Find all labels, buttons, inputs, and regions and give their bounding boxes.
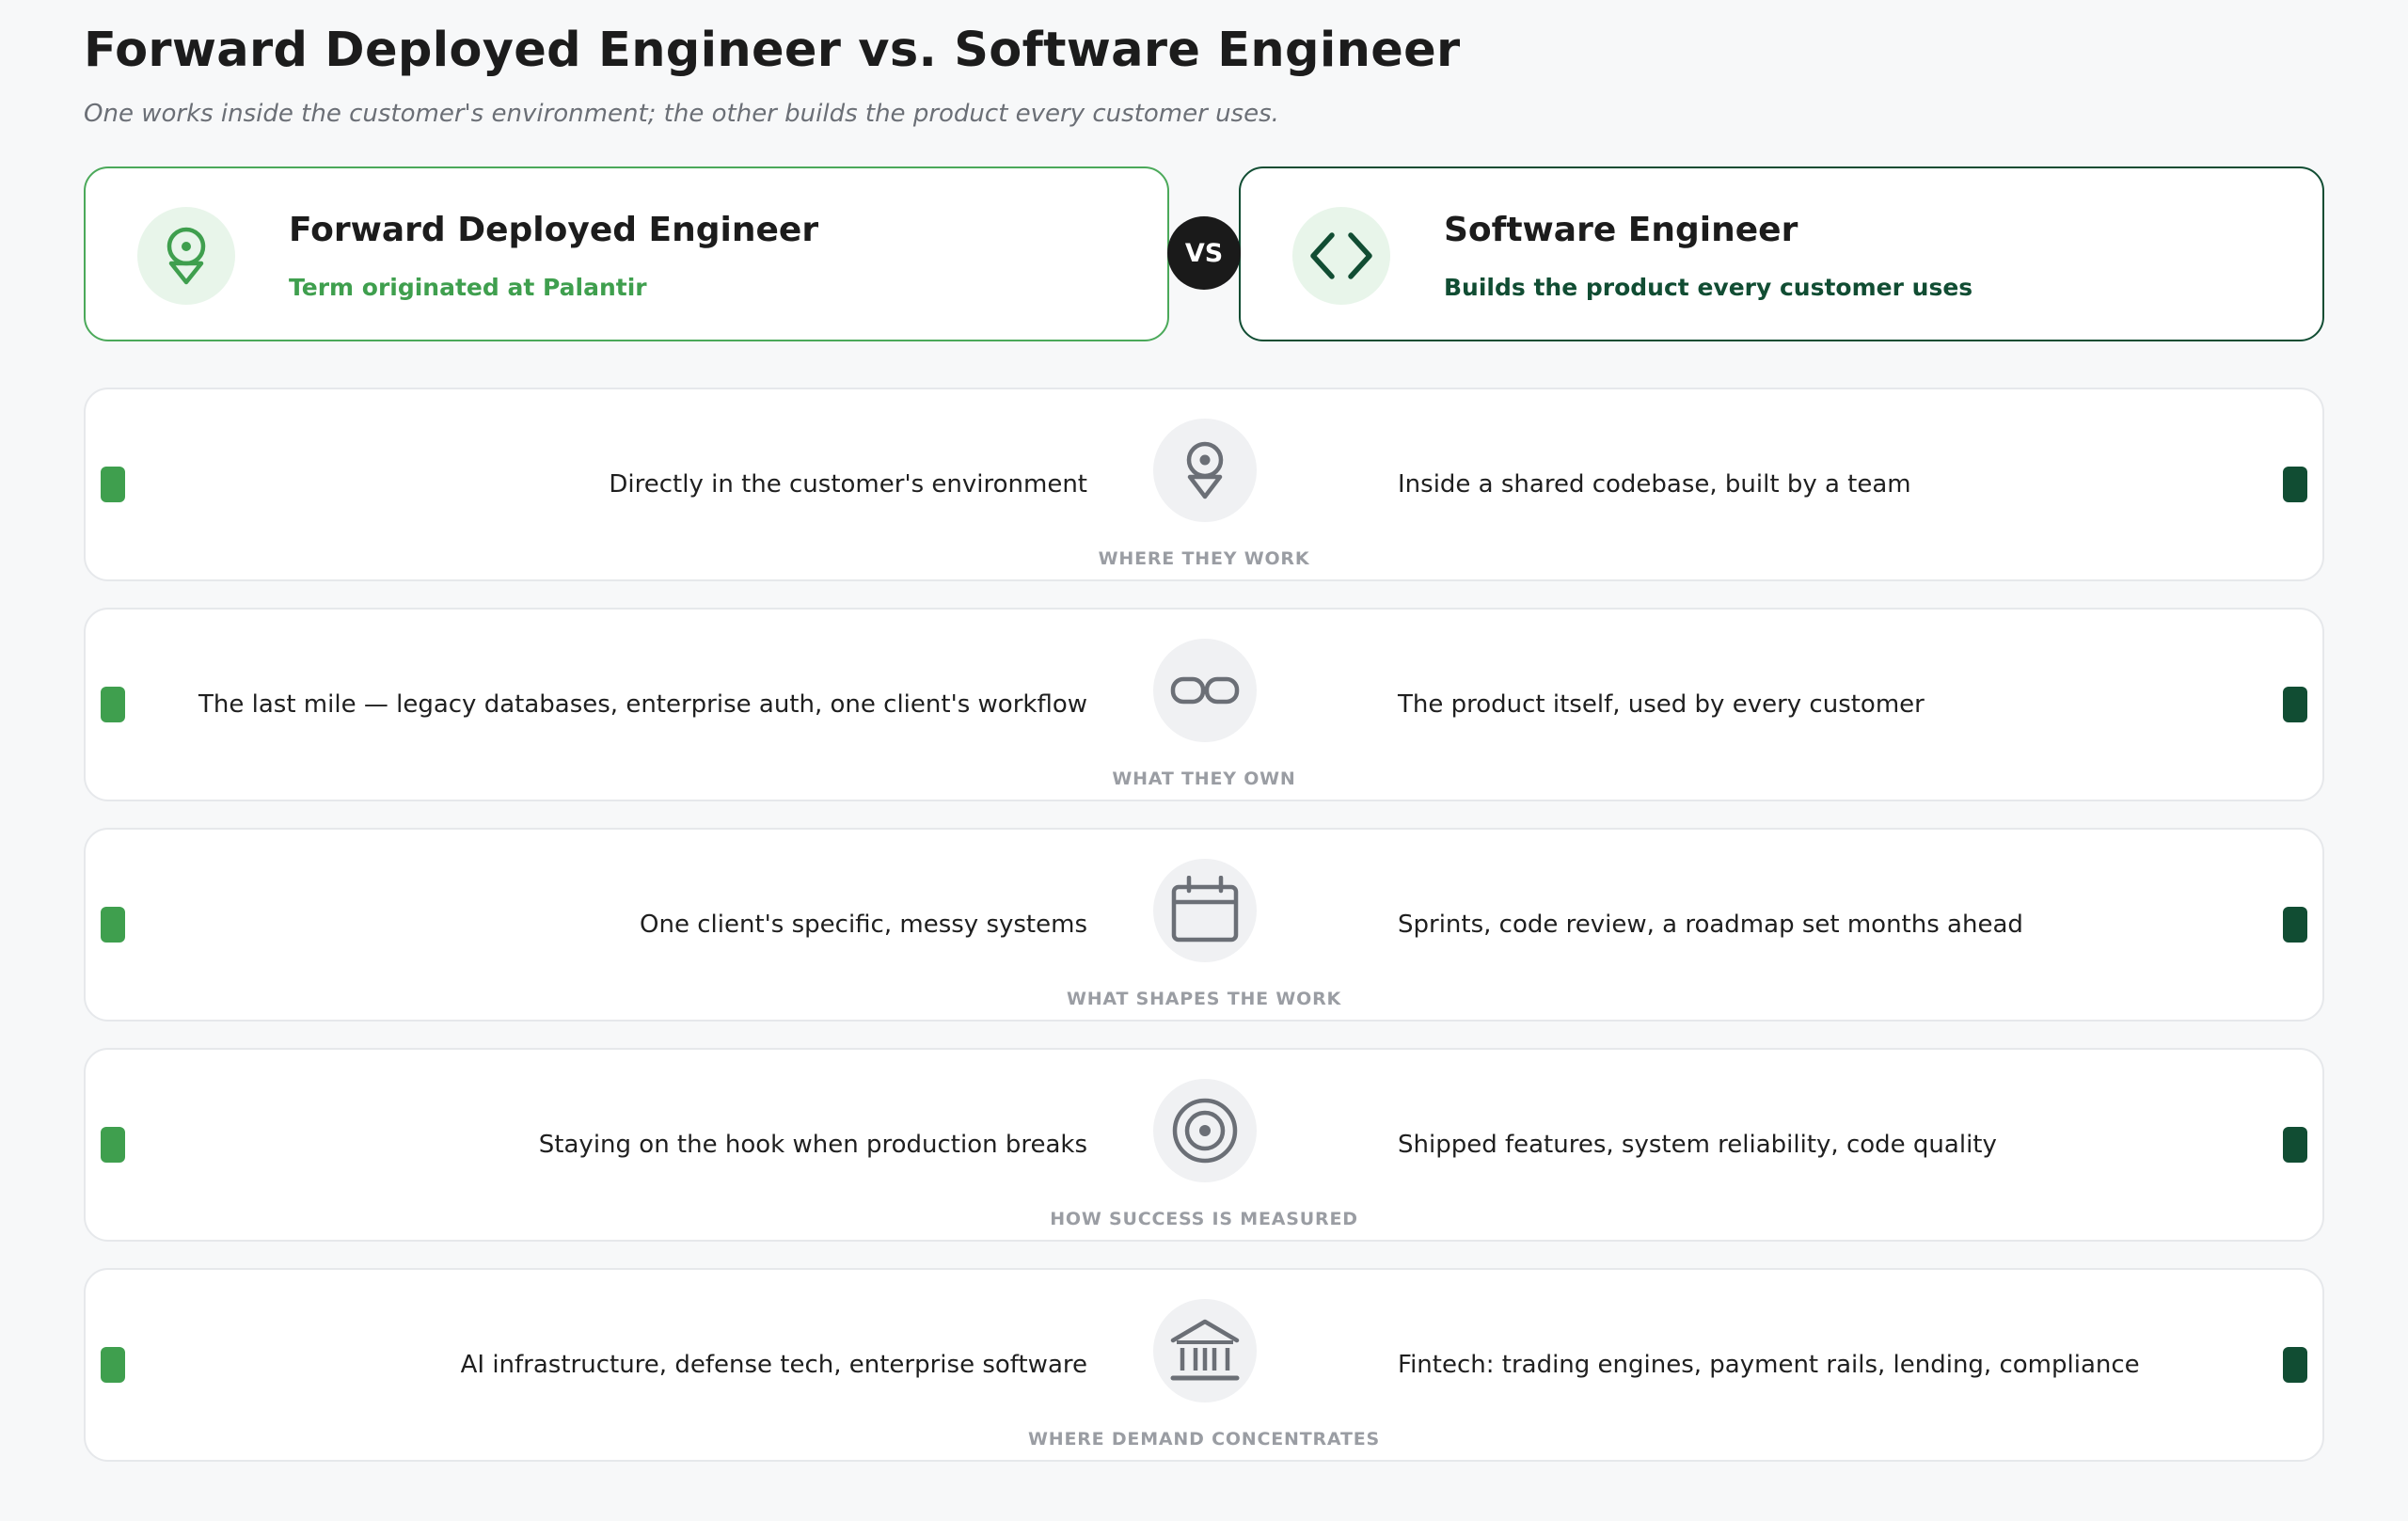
code-brackets-icon bbox=[1310, 232, 1372, 279]
row-category-label: HOW SUCCESS IS MEASURED bbox=[1050, 1209, 1358, 1229]
comparison-row-where-they-work: Directly in the customer's environment I… bbox=[84, 388, 2324, 581]
fde-card-subtitle: Term originated at Palantir bbox=[289, 274, 647, 301]
fde-row-text: One client's specific, messy systems bbox=[640, 911, 1087, 939]
row-icon-badge bbox=[1153, 1079, 1257, 1182]
row-category-label: WHAT THEY OWN bbox=[1112, 768, 1296, 789]
swe-card: Software Engineer Builds the product eve… bbox=[1239, 166, 2324, 341]
location-pin-icon bbox=[166, 227, 206, 285]
comparison-row-where-demand-concentrates: AI infrastructure, defense tech, enterpr… bbox=[84, 1268, 2324, 1462]
page-title: Forward Deployed Engineer vs. Software E… bbox=[84, 23, 1461, 78]
swe-row-text: Sprints, code review, a roadmap set mont… bbox=[1398, 911, 2023, 939]
fde-marker bbox=[101, 687, 125, 722]
swe-row-text: The product itself, used by every custom… bbox=[1398, 690, 1925, 719]
swe-marker bbox=[2283, 907, 2307, 943]
location-pin-icon bbox=[1186, 441, 1224, 499]
swe-marker bbox=[2283, 467, 2307, 502]
row-category-label: WHERE DEMAND CONCENTRATES bbox=[1028, 1429, 1380, 1450]
link-icon bbox=[1170, 676, 1240, 705]
fde-marker bbox=[101, 1347, 125, 1383]
comparison-page: Forward Deployed Engineer vs. Software E… bbox=[0, 0, 2408, 1521]
fde-marker bbox=[101, 467, 125, 502]
row-category-label: WHAT SHAPES THE WORK bbox=[1066, 989, 1342, 1009]
swe-marker bbox=[2283, 1127, 2307, 1163]
row-category-label: WHERE THEY WORK bbox=[1098, 548, 1310, 569]
comparison-row-what-shapes-the-work: One client's specific, messy systems Spr… bbox=[84, 828, 2324, 1022]
fde-card-title: Forward Deployed Engineer bbox=[289, 211, 819, 249]
swe-row-text: Inside a shared codebase, built by a tea… bbox=[1398, 470, 1911, 499]
row-icon-badge bbox=[1153, 859, 1257, 962]
row-icon-badge bbox=[1153, 639, 1257, 742]
comparison-row-how-success-is-measured: Staying on the hook when production brea… bbox=[84, 1048, 2324, 1242]
fde-marker bbox=[101, 1127, 125, 1163]
fde-marker bbox=[101, 907, 125, 943]
fde-row-text: Staying on the hook when production brea… bbox=[538, 1131, 1087, 1159]
fde-icon-badge bbox=[137, 207, 235, 305]
row-icon-badge bbox=[1153, 1299, 1257, 1402]
fde-row-text: Directly in the customer's environment bbox=[609, 470, 1087, 499]
target-icon bbox=[1172, 1098, 1238, 1164]
calendar-icon bbox=[1171, 876, 1239, 943]
fde-card: Forward Deployed Engineer Term originate… bbox=[84, 166, 1169, 341]
fde-row-text: The last mile — legacy databases, enterp… bbox=[198, 690, 1087, 719]
swe-card-title: Software Engineer bbox=[1444, 211, 1798, 249]
swe-icon-badge bbox=[1292, 207, 1390, 305]
comparison-row-what-they-own: The last mile — legacy databases, enterp… bbox=[84, 608, 2324, 801]
swe-marker bbox=[2283, 687, 2307, 722]
fde-row-text: AI infrastructure, defense tech, enterpr… bbox=[460, 1351, 1087, 1379]
vs-badge: VS bbox=[1167, 216, 1241, 290]
swe-card-subtitle: Builds the product every customer uses bbox=[1444, 274, 1973, 301]
row-icon-badge bbox=[1153, 419, 1257, 522]
swe-marker bbox=[2283, 1347, 2307, 1383]
swe-row-text: Shipped features, system reliability, co… bbox=[1398, 1131, 1997, 1159]
bank-icon bbox=[1170, 1319, 1240, 1381]
swe-row-text: Fintech: trading engines, payment rails,… bbox=[1398, 1351, 2140, 1379]
page-subtitle: One works inside the customer's environm… bbox=[84, 100, 1279, 128]
